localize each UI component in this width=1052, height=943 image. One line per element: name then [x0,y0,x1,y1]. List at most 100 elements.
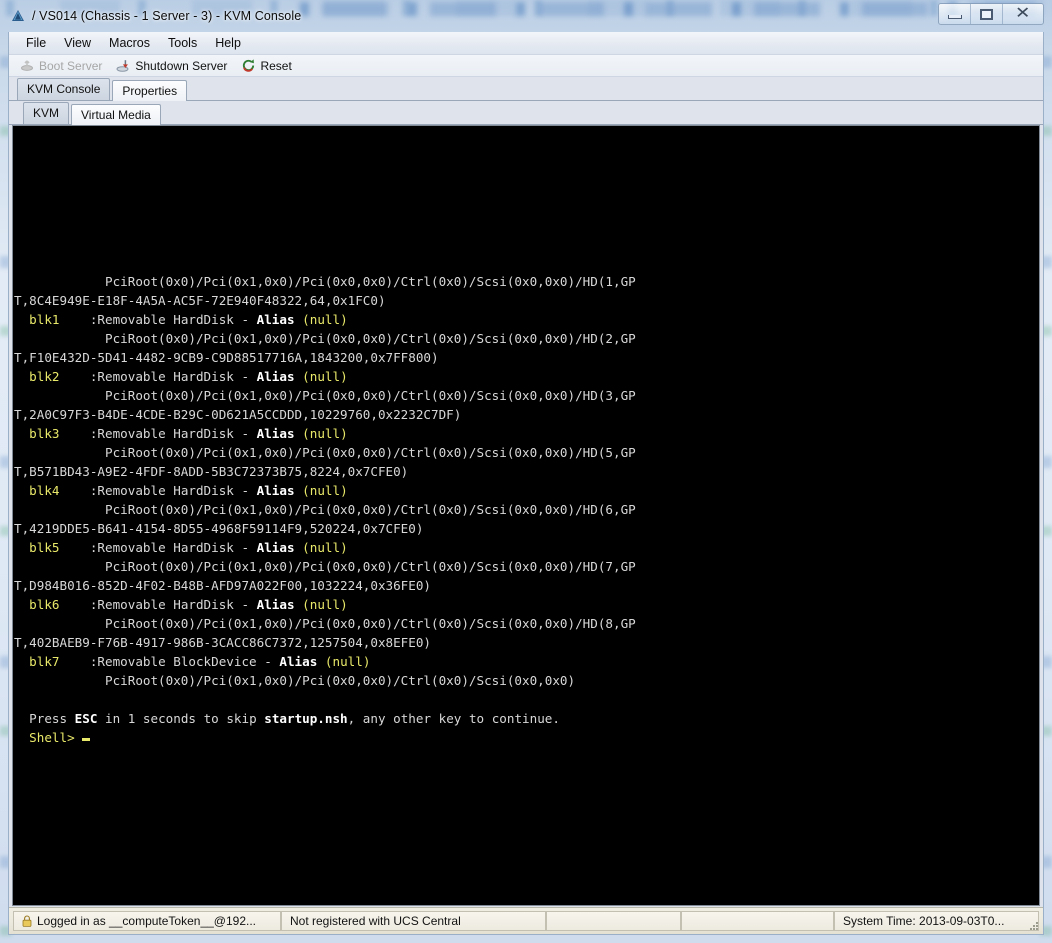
terminal-line: PciRoot(0x0)/Pci(0x1,0x0)/Pci(0x0,0x0)/C… [14,614,1039,633]
menu-view[interactable]: View [55,34,100,52]
kvm-console-window: / VS014 (Chassis - 1 Server - 3) - KVM C… [0,0,1052,943]
terminal-text: Alias [256,426,295,441]
tab-virtual-media-label: Virtual Media [81,108,151,122]
terminal-text: T,4219DDE5-B641-4154-8D55-4968F59114F9,5… [14,521,424,536]
terminal-line: T,D984B016-852D-4F02-B48B-AFD97A022F00,1… [14,576,1039,595]
maximize-icon [980,8,993,20]
terminal-line: T,2A0C97F3-B4DE-4CDE-B29C-0D621A5CCDDD,1… [14,405,1039,424]
status-ucs-central: Not registered with UCS Central [281,911,546,931]
terminal-cursor [82,738,91,741]
menubar: File View Macros Tools Help [9,32,1043,55]
terminal-line: PciRoot(0x0)/Pci(0x1,0x0)/Pci(0x0,0x0)/C… [14,557,1039,576]
status-empty-1 [546,911,681,931]
terminal-text: blk7 [14,654,60,669]
reset-icon [241,58,256,73]
tab-kvm-console[interactable]: KVM Console [17,78,111,100]
status-logged-in: Logged in as __computeToken__@192... [13,911,281,931]
status-logged-in-label: Logged in as __computeToken__@192... [37,914,257,928]
cisco-triangle-icon [10,8,26,24]
boot-server-button[interactable]: Boot Server [15,57,107,74]
terminal-text: Alias [279,654,318,669]
terminal-text: blk4 [14,483,60,498]
terminal-text: (null) [302,312,348,327]
terminal-text: PciRoot(0x0)/Pci(0x1,0x0)/Pci(0x0,0x0)/C… [14,673,576,688]
terminal-text: blk6 [14,597,60,612]
resize-grip[interactable] [1028,919,1040,931]
window-titlebar[interactable]: / VS014 (Chassis - 1 Server - 3) - KVM C… [0,0,1052,32]
terminal-text: ESC [74,711,98,726]
terminal-line: PciRoot(0x0)/Pci(0x1,0x0)/Pci(0x0,0x0)/C… [14,671,1039,690]
terminal-text: T,402BAEB9-F76B-4917-986B-3CACC86C7372,1… [14,635,432,650]
terminal-text: PciRoot(0x0)/Pci(0x1,0x0)/Pci(0x0,0x0)/C… [14,331,636,346]
menu-help[interactable]: Help [206,34,250,52]
maximize-button[interactable] [971,4,1003,24]
uefi-shell-terminal[interactable]: PciRoot(0x0)/Pci(0x1,0x0)/Pci(0x0,0x0)/C… [13,126,1039,905]
close-icon: ✕ [1015,5,1031,22]
tab-kvm[interactable]: KVM [23,102,70,124]
status-system-time: System Time: 2013-09-03T0... [834,911,1039,931]
menu-tools[interactable]: Tools [159,34,206,52]
terminal-text: T,2A0C97F3-B4DE-4CDE-B29C-0D621A5CCDDD,1… [14,407,462,422]
window-title: / VS014 (Chassis - 1 Server - 3) - KVM C… [32,9,302,23]
terminal-line: PciRoot(0x0)/Pci(0x1,0x0)/Pci(0x0,0x0)/C… [14,386,1039,405]
terminal-text: (null) [302,597,348,612]
terminal-text: Shell> [14,730,83,745]
terminal-line: blk4 :Removable HardDisk - Alias (null) [14,481,1039,500]
statusbar: Logged in as __computeToken__@192... Not… [9,907,1043,934]
terminal-line: blk2 :Removable HardDisk - Alias (null) [14,367,1039,386]
menu-file[interactable]: File [17,34,55,52]
terminal-line: T,8C4E949E-E18F-4A5A-AC5F-72E940F48322,6… [14,291,1039,310]
terminal-text: PciRoot(0x0)/Pci(0x1,0x0)/Pci(0x0,0x0)/C… [14,502,636,517]
terminal-text: :Removable HardDisk - [59,369,257,384]
terminal-line: PciRoot(0x0)/Pci(0x1,0x0)/Pci(0x0,0x0)/C… [14,443,1039,462]
terminal-line: T,B571BD43-A9E2-4FDF-8ADD-5B3C72373B75,8… [14,462,1039,481]
terminal-text: :Removable HardDisk - [59,483,257,498]
terminal-text: blk5 [14,540,60,555]
terminal-text: T,8C4E949E-E18F-4A5A-AC5F-72E940F48322,6… [14,293,386,308]
terminal-text: PciRoot(0x0)/Pci(0x1,0x0)/Pci(0x0,0x0)/C… [14,274,636,289]
terminal-line: blk6 :Removable HardDisk - Alias (null) [14,595,1039,614]
status-system-time-label: System Time: 2013-09-03T0... [843,914,1005,928]
terminal-text: , any other key to continue. [347,711,560,726]
minimize-button[interactable] [939,4,971,24]
terminal-line: blk1 :Removable HardDisk - Alias (null) [14,310,1039,329]
terminal-text: in 1 seconds to skip [97,711,265,726]
terminal-line: Press ESC in 1 seconds to skip startup.n… [14,709,1039,728]
lock-icon [22,915,32,927]
inner-tabbar: KVM Virtual Media [9,101,1043,125]
terminal-text: T,D984B016-852D-4F02-B48B-AFD97A022F00,1… [14,578,432,593]
kvm-remote-screen[interactable]: PciRoot(0x0)/Pci(0x1,0x0)/Pci(0x0,0x0)/C… [12,125,1040,906]
reset-button[interactable]: Reset [236,57,296,74]
minimize-icon [947,15,962,19]
terminal-text: blk2 [14,369,60,384]
terminal-text: blk1 [14,312,60,327]
terminal-text: PciRoot(0x0)/Pci(0x1,0x0)/Pci(0x0,0x0)/C… [14,388,636,403]
menu-macros[interactable]: Macros [100,34,159,52]
terminal-text: Alias [256,540,295,555]
terminal-text: (null) [302,369,348,384]
toolbar: Boot Server Shutdown Server Reset [9,55,1043,77]
window-controls: ✕ [938,3,1044,25]
terminal-text: T,F10E432D-5D41-4482-9CB9-C9D88517716A,1… [14,350,439,365]
terminal-line: blk3 :Removable HardDisk - Alias (null) [14,424,1039,443]
terminal-text: startup.nsh [264,711,348,726]
terminal-line: PciRoot(0x0)/Pci(0x1,0x0)/Pci(0x0,0x0)/C… [14,272,1039,291]
terminal-text: (null) [302,426,348,441]
tab-virtual-media[interactable]: Virtual Media [71,104,161,125]
terminal-line: blk5 :Removable HardDisk - Alias (null) [14,538,1039,557]
terminal-text: :Removable BlockDevice - [59,654,280,669]
tab-properties[interactable]: Properties [112,80,188,101]
terminal-text: PciRoot(0x0)/Pci(0x1,0x0)/Pci(0x0,0x0)/C… [14,559,636,574]
kvm-console-panel: PciRoot(0x0)/Pci(0x1,0x0)/Pci(0x0,0x0)/C… [9,125,1043,907]
shutdown-server-button[interactable]: Shutdown Server [111,57,232,74]
window-client-area: File View Macros Tools Help Boot Server [8,32,1044,935]
close-button[interactable]: ✕ [1003,4,1043,24]
shutdown-server-icon [116,58,131,73]
terminal-text: :Removable HardDisk - [59,540,257,555]
boot-server-icon [20,58,35,73]
boot-server-label: Boot Server [39,58,103,73]
terminal-line: T,402BAEB9-F76B-4917-986B-3CACC86C7372,1… [14,633,1039,652]
terminal-text: Alias [256,369,295,384]
status-empty-2 [681,911,834,931]
